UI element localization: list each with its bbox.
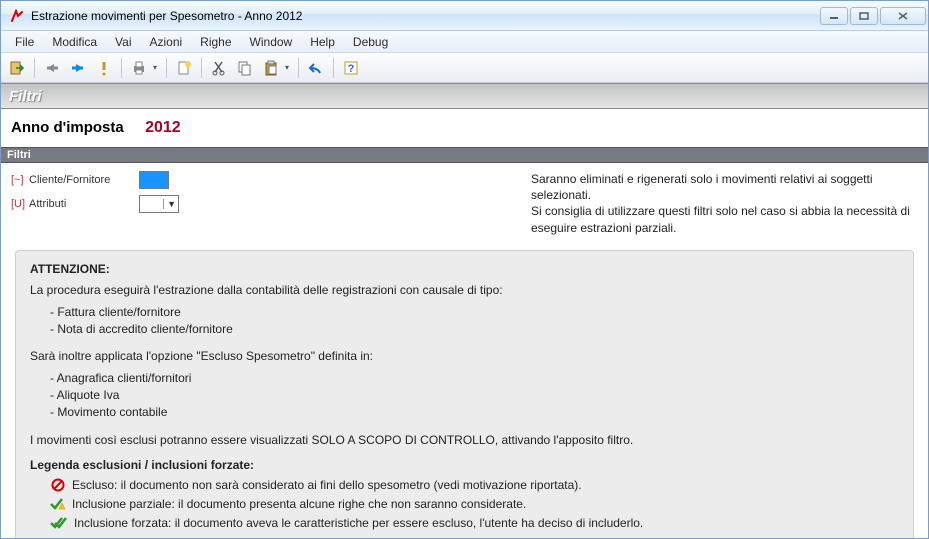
close-button[interactable] — [880, 7, 926, 25]
chevron-down-icon: ▼ — [163, 199, 176, 209]
legend-text: Escluso: il documento non sarà considera… — [72, 477, 582, 494]
legend-title: Legenda esclusioni / inclusioni forzate: — [30, 457, 899, 474]
list-item: Movimento contabile — [50, 404, 899, 421]
menu-help[interactable]: Help — [302, 33, 343, 51]
toolbar-separator — [121, 58, 122, 78]
menu-azioni[interactable]: Azioni — [141, 33, 190, 51]
forbidden-icon — [50, 477, 66, 493]
menubar: File Modifica Vai Azioni Righe Window He… — [1, 31, 928, 53]
content-area: Anno d'imposta 2012 Filtri [~] Cliente/F… — [1, 109, 928, 538]
paste-dropdown-icon[interactable]: ▾ — [285, 63, 293, 72]
legend-row-forced: Inclusione forzata: il documento aveva l… — [30, 515, 899, 532]
banner-title: Filtri — [9, 88, 42, 105]
info-p1: La procedura eseguirà l'estrazione dalla… — [30, 282, 899, 299]
list-item: Nota di accredito cliente/fornitore — [50, 321, 899, 338]
legend-row-partial: Inclusione parziale: il documento presen… — [30, 496, 899, 513]
undo-icon[interactable] — [304, 56, 328, 80]
maximize-button[interactable] — [850, 7, 878, 25]
menu-debug[interactable]: Debug — [345, 33, 396, 51]
app-window: Estrazione movimenti per Spesometro - An… — [0, 0, 929, 539]
filters-left: [~] Cliente/Fornitore [U] Attributi ▼ — [11, 171, 511, 219]
attributi-select[interactable]: ▼ — [139, 195, 179, 213]
exit-icon[interactable] — [5, 56, 29, 80]
menu-righe[interactable]: Righe — [192, 33, 239, 51]
list-item: Aliquote Iva — [50, 387, 899, 404]
year-row: Anno d'imposta 2012 — [1, 109, 928, 147]
toolbar-separator — [333, 58, 334, 78]
info-p2: Sarà inoltre applicata l'opzione "Esclus… — [30, 348, 899, 365]
check-double-icon — [50, 515, 68, 531]
legend: Legenda esclusioni / inclusioni forzate:… — [30, 457, 899, 533]
new-doc-icon[interactable] — [172, 56, 196, 80]
info-p3: I movimenti così esclusi potranno essere… — [30, 432, 899, 449]
year-value: 2012 — [145, 119, 181, 136]
app-icon — [9, 8, 25, 24]
filters-body: [~] Cliente/Fornitore [U] Attributi ▼ Sa… — [1, 163, 928, 244]
filter-cliente-row: [~] Cliente/Fornitore — [11, 171, 511, 189]
filter-attributi-row: [U] Attributi ▼ — [11, 195, 511, 213]
menu-modifica[interactable]: Modifica — [44, 33, 105, 51]
attributi-label: Attributi — [29, 198, 139, 210]
toolbar-separator — [34, 58, 35, 78]
info-heading: ATTENZIONE: — [30, 261, 899, 278]
exclaim-icon[interactable] — [92, 56, 116, 80]
legend-row-excluded: Escluso: il documento non sarà considera… — [30, 477, 899, 494]
toolbar-separator — [201, 58, 202, 78]
info-list1: Fattura cliente/fornitore Nota di accred… — [30, 304, 899, 339]
info-box: ATTENZIONE: La procedura eseguirà l'estr… — [15, 250, 914, 538]
check-warn-icon — [50, 496, 66, 512]
window-title: Estrazione movimenti per Spesometro - An… — [31, 9, 820, 23]
year-label: Anno d'imposta — [11, 119, 124, 136]
section-banner: Filtri — [1, 83, 928, 109]
toolbar: ▾ ▾ ? — [1, 53, 928, 83]
copy-icon[interactable] — [233, 56, 257, 80]
help-icon[interactable]: ? — [339, 56, 363, 80]
minimize-button[interactable] — [820, 7, 848, 25]
cliente-input[interactable] — [139, 171, 169, 189]
legend-text: Inclusione parziale: il documento presen… — [72, 496, 526, 513]
forward-icon[interactable] — [66, 56, 90, 80]
svg-text:?: ? — [348, 63, 355, 75]
filters-subheader: Filtri — [1, 147, 928, 163]
menu-window[interactable]: Window — [242, 33, 301, 51]
list-item: Anagrafica clienti/fornitori — [50, 370, 899, 387]
window-controls — [820, 7, 926, 25]
menu-file[interactable]: File — [7, 33, 42, 51]
paste-icon[interactable] — [259, 56, 283, 80]
cliente-shortcut: [~] — [11, 174, 29, 186]
toolbar-separator — [166, 58, 167, 78]
cliente-label: Cliente/Fornitore — [29, 174, 139, 186]
list-item: Fattura cliente/fornitore — [50, 304, 899, 321]
print-dropdown-icon[interactable]: ▾ — [153, 63, 161, 72]
toolbar-separator — [298, 58, 299, 78]
menu-vai[interactable]: Vai — [107, 33, 139, 51]
info-list2: Anagrafica clienti/fornitori Aliquote Iv… — [30, 370, 899, 422]
attributi-shortcut: [U] — [11, 198, 29, 210]
cut-icon[interactable] — [207, 56, 231, 80]
back-icon[interactable] — [40, 56, 64, 80]
print-icon[interactable] — [127, 56, 151, 80]
filters-note: Saranno eliminati e rigenerati solo i mo… — [531, 171, 918, 236]
titlebar: Estrazione movimenti per Spesometro - An… — [1, 1, 928, 31]
legend-text: Inclusione forzata: il documento aveva l… — [74, 515, 643, 532]
